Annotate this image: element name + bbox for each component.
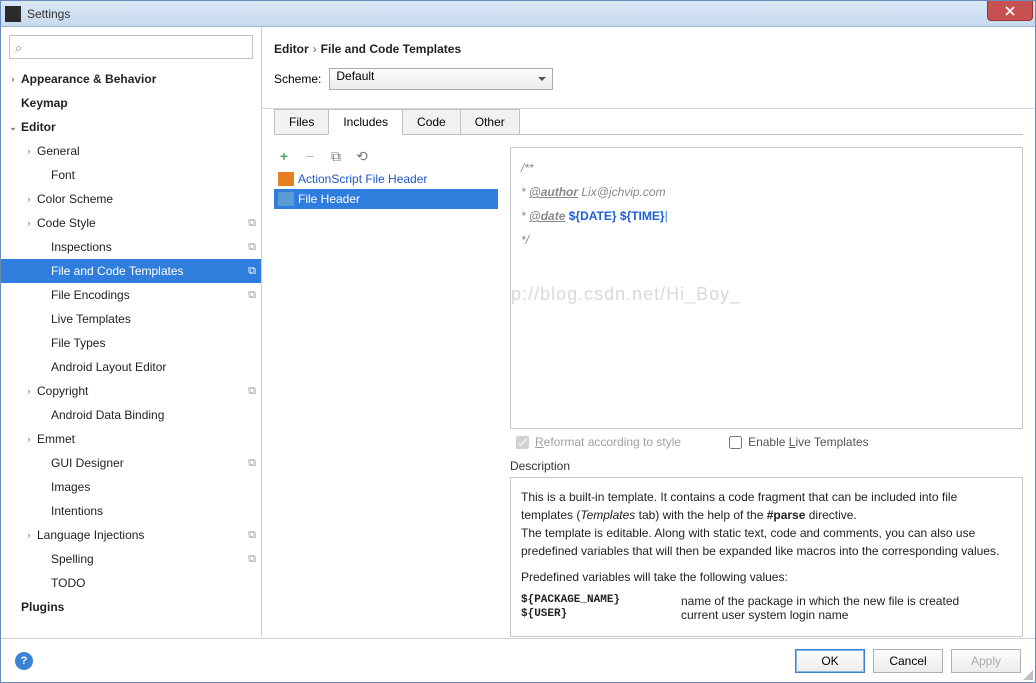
tree-item-intentions[interactable]: Intentions (1, 499, 261, 523)
cancel-button[interactable]: Cancel (873, 649, 943, 673)
copy-profile-icon: ⧉ (243, 241, 261, 254)
search-input[interactable] (9, 35, 253, 59)
tree-item-color-scheme[interactable]: ›Color Scheme (1, 187, 261, 211)
copy-icon[interactable]: ⧉ (328, 148, 344, 164)
app-icon (5, 6, 21, 22)
close-icon (1005, 6, 1015, 16)
live-templates-checkbox[interactable]: Enable Live Templates (729, 435, 869, 449)
template-file-list[interactable]: ActionScript File HeaderFile Header (274, 169, 498, 637)
description-label: Description (510, 459, 1023, 473)
file-list-toolbar: + − ⧉ ⟲ (274, 147, 498, 169)
tree-item-copyright[interactable]: ›Copyright⧉ (1, 379, 261, 403)
copy-profile-icon: ⧉ (243, 457, 261, 470)
refresh-icon[interactable]: ⟲ (354, 148, 370, 164)
tree-item-code-style[interactable]: ›Code Style⧉ (1, 211, 261, 235)
scheme-label: Scheme: (274, 72, 321, 86)
tree-item-android-layout-editor[interactable]: Android Layout Editor (1, 355, 261, 379)
tree-item-general[interactable]: ›General (1, 139, 261, 163)
file-icon (278, 172, 294, 186)
file-icon (278, 192, 294, 206)
tree-item-spelling[interactable]: Spelling⧉ (1, 547, 261, 571)
tree-item-file-types[interactable]: File Types (1, 331, 261, 355)
copy-profile-icon: ⧉ (243, 289, 261, 302)
tree-item-file-and-code-templates[interactable]: File and Code Templates⧉ (1, 259, 261, 283)
resize-grip[interactable] (1021, 668, 1033, 680)
tab-includes[interactable]: Includes (328, 109, 403, 135)
copy-profile-icon: ⧉ (243, 265, 261, 278)
copy-profile-icon: ⧉ (243, 553, 261, 566)
copy-profile-icon: ⧉ (243, 385, 261, 398)
dialog-button-bar: ? OK Cancel Apply (1, 638, 1035, 682)
copy-profile-icon: ⧉ (243, 217, 261, 230)
template-editor[interactable]: http://blog.csdn.net/Hi_Boy_ /** * @auth… (510, 147, 1023, 429)
tree-item-inspections[interactable]: Inspections⧉ (1, 235, 261, 259)
settings-tree[interactable]: ›Appearance & BehaviorKeymap⌄Editor›Gene… (1, 67, 261, 637)
title-bar: Settings (1, 1, 1035, 27)
reformat-checkbox[interactable]: Reformat according to style (516, 435, 681, 449)
tree-item-keymap[interactable]: Keymap (1, 91, 261, 115)
tree-item-images[interactable]: Images (1, 475, 261, 499)
tree-item-todo[interactable]: TODO (1, 571, 261, 595)
tree-item-gui-designer[interactable]: GUI Designer⧉ (1, 451, 261, 475)
apply-button[interactable]: Apply (951, 649, 1021, 673)
tree-item-font[interactable]: Font (1, 163, 261, 187)
ok-button[interactable]: OK (795, 649, 865, 673)
template-tabs: FilesIncludesCodeOther (274, 109, 1023, 135)
add-icon[interactable]: + (276, 148, 292, 164)
help-button[interactable]: ? (15, 652, 33, 670)
tree-item-emmet[interactable]: ›Emmet (1, 427, 261, 451)
description-box: This is a built-in template. It contains… (510, 477, 1023, 637)
close-button[interactable] (987, 1, 1033, 21)
window-title: Settings (27, 7, 70, 21)
watermark: http://blog.csdn.net/Hi_Boy_ (510, 284, 741, 305)
tree-item-live-templates[interactable]: Live Templates (1, 307, 261, 331)
tab-code[interactable]: Code (402, 109, 461, 135)
tab-other[interactable]: Other (460, 109, 520, 135)
remove-icon[interactable]: − (302, 148, 318, 164)
tree-item-editor[interactable]: ⌄Editor (1, 115, 261, 139)
tab-files[interactable]: Files (274, 109, 329, 135)
tree-item-language-injections[interactable]: ›Language Injections⧉ (1, 523, 261, 547)
scheme-select[interactable]: Default (329, 68, 553, 90)
settings-tree-panel: ⌕ ›Appearance & BehaviorKeymap⌄Editor›Ge… (1, 27, 262, 637)
tree-item-appearance-behavior[interactable]: ›Appearance & Behavior (1, 67, 261, 91)
file-row[interactable]: ActionScript File Header (274, 169, 498, 189)
file-row[interactable]: File Header (274, 189, 498, 209)
breadcrumb: Editor›File and Code Templates (274, 37, 1023, 68)
tree-item-plugins[interactable]: Plugins (1, 595, 261, 619)
tree-item-android-data-binding[interactable]: Android Data Binding (1, 403, 261, 427)
tree-item-file-encodings[interactable]: File Encodings⧉ (1, 283, 261, 307)
copy-profile-icon: ⧉ (243, 529, 261, 542)
